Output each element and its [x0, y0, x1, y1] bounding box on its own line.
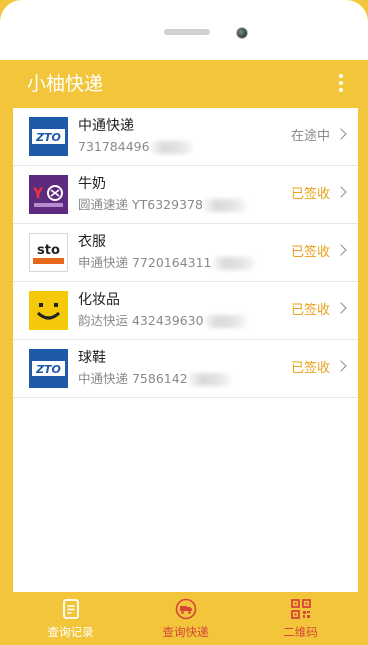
svg-text:ZTO: ZTO: [35, 363, 61, 376]
parcel-number: 圆通速递 YT6329378: [78, 196, 246, 214]
zto-logo-icon: ZTO: [29, 349, 68, 388]
status-badge: 在途中: [290, 129, 330, 144]
record-list-icon: [62, 599, 79, 619]
more-menu-icon[interactable]: [338, 74, 344, 94]
parcel-name: 球鞋: [78, 350, 106, 366]
parcel-name: 中通快递: [78, 118, 134, 134]
redacted-mask: [150, 141, 193, 154]
status-badge: 已签收: [290, 187, 330, 202]
chevron-right-icon: [335, 128, 347, 140]
qr-code-icon: [290, 599, 311, 619]
app-screen: 小柚快递 ZTO 中通快递 731784496 在途中 Y 牛奶 圆通速递 YT…: [13, 60, 358, 645]
front-camera: [236, 27, 248, 39]
parcel-name: 牛奶: [78, 176, 106, 192]
tab-qr-code[interactable]: 二维码: [243, 592, 358, 645]
phone-frame: 小柚快递 ZTO 中通快递 731784496 在途中 Y 牛奶 圆通速递 YT…: [0, 0, 368, 645]
svg-text:Y: Y: [32, 186, 44, 202]
chevron-right-icon: [335, 244, 347, 256]
tab-label: 二维码: [283, 625, 318, 639]
parcel-number: 731784496: [78, 138, 193, 156]
app-title: 小柚快递: [27, 73, 104, 95]
app-bar: 小柚快递: [13, 60, 358, 108]
bottom-nav: 查询记录 查询快递 二维码: [13, 592, 358, 645]
parcel-number: 韵达快运 432439630: [78, 312, 247, 330]
tab-query-express[interactable]: 查询快递: [128, 592, 243, 645]
yunda-logo-icon: [29, 291, 68, 330]
yto-logo-icon: Y: [29, 175, 68, 214]
parcel-number: 中通快递 7586142: [78, 370, 231, 388]
svg-text:sto: sto: [37, 243, 60, 258]
redacted-mask: [212, 257, 255, 270]
parcel-row[interactable]: sto 衣服 申通快递 7720164311 已签收: [13, 224, 358, 282]
status-badge: 已签收: [290, 245, 330, 260]
parcel-row[interactable]: ZTO 球鞋 中通快递 7586142 已签收: [13, 340, 358, 398]
parcel-name: 化妆品: [78, 292, 120, 308]
parcel-name: 衣服: [78, 234, 106, 250]
chevron-right-icon: [335, 186, 347, 198]
parcel-list: ZTO 中通快递 731784496 在途中 Y 牛奶 圆通速递 YT63293…: [13, 108, 358, 398]
parcel-row[interactable]: ZTO 中通快递 731784496 在途中: [13, 108, 358, 166]
device-top-bezel: [0, 0, 368, 60]
delivery-truck-icon: [175, 598, 196, 620]
tab-query-records[interactable]: 查询记录: [13, 592, 128, 645]
parcel-row[interactable]: 化妆品 韵达快运 432439630 已签收: [13, 282, 358, 340]
chevron-right-icon: [335, 360, 347, 372]
status-badge: 已签收: [290, 303, 330, 318]
parcel-number: 申通快递 7720164311: [78, 254, 255, 272]
parcel-row[interactable]: Y 牛奶 圆通速递 YT6329378 已签收: [13, 166, 358, 224]
status-badge: 已签收: [290, 361, 330, 376]
redacted-mask: [203, 199, 246, 212]
tab-label: 查询快递: [162, 625, 209, 639]
tab-label: 查询记录: [47, 625, 94, 639]
zto-logo-icon: ZTO: [29, 117, 68, 156]
speaker-grille: [164, 29, 210, 35]
redacted-mask: [204, 315, 247, 328]
sto-logo-icon: sto: [29, 233, 68, 272]
chevron-right-icon: [335, 302, 347, 314]
redacted-mask: [188, 373, 231, 386]
svg-text:ZTO: ZTO: [35, 131, 61, 144]
